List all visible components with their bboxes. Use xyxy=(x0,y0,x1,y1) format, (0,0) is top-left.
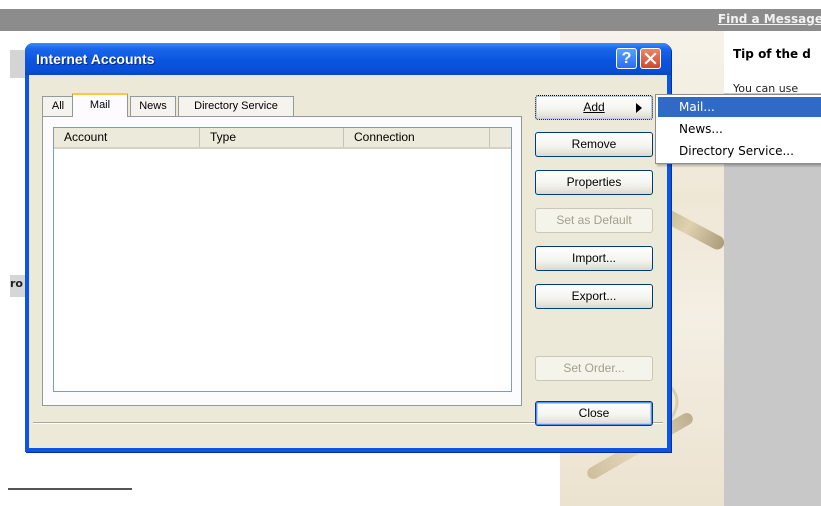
close-window-button[interactable] xyxy=(640,48,661,69)
background-divider xyxy=(8,488,132,490)
menu-item-news[interactable]: News... xyxy=(658,119,821,139)
add-menu: Mail... News... Directory Service... xyxy=(655,94,821,164)
import-button[interactable]: Import... xyxy=(535,246,653,271)
accounts-list[interactable]: Account Type Connection xyxy=(53,127,512,392)
close-button[interactable]: Close xyxy=(535,401,653,426)
set-as-default-button[interactable]: Set as Default xyxy=(535,208,653,233)
submenu-arrow-icon xyxy=(636,103,642,113)
column-header-type[interactable]: Type xyxy=(200,128,344,147)
menu-item-directory-service[interactable]: Directory Service... xyxy=(658,141,821,161)
column-header-connection[interactable]: Connection xyxy=(344,128,490,147)
help-icon: ? xyxy=(621,50,632,67)
tab-news[interactable]: News xyxy=(130,96,176,117)
tab-mail[interactable]: Mail xyxy=(72,93,128,117)
background-header-bar xyxy=(0,9,821,31)
menu-item-mail[interactable]: Mail... xyxy=(658,97,821,117)
find-message-link[interactable]: Find a Message xyxy=(718,12,821,26)
column-header-account[interactable]: Account xyxy=(54,128,200,147)
remove-button[interactable]: Remove xyxy=(535,132,653,157)
tip-title: Tip of the d xyxy=(733,47,811,61)
tab-directory-service[interactable]: Directory Service xyxy=(178,96,294,117)
add-button[interactable]: Add xyxy=(535,95,653,120)
add-button-label: Add xyxy=(583,100,605,114)
set-order-button[interactable]: Set Order... xyxy=(535,356,653,381)
dialog-client-area: All Mail News Directory Service Account … xyxy=(29,75,667,448)
dialog-titlebar[interactable]: Internet Accounts ? xyxy=(25,43,671,75)
close-icon xyxy=(644,52,657,65)
tab-all[interactable]: All xyxy=(42,96,74,117)
export-button[interactable]: Export... xyxy=(535,284,653,309)
properties-button[interactable]: Properties xyxy=(535,170,653,195)
dialog-title: Internet Accounts xyxy=(36,51,155,67)
list-header: Account Type Connection xyxy=(54,128,511,149)
tab-panel: Account Type Connection xyxy=(42,116,522,406)
help-button[interactable]: ? xyxy=(616,48,637,69)
internet-accounts-dialog: Internet Accounts ? All Mail News Direct… xyxy=(25,43,671,452)
